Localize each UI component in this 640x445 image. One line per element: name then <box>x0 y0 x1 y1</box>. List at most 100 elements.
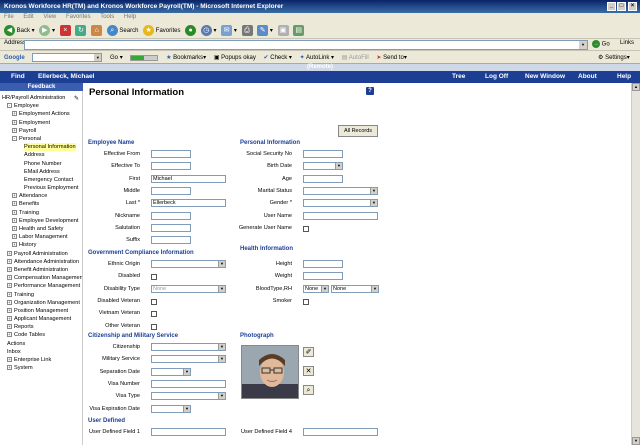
field-checkbox[interactable] <box>151 274 157 281</box>
expand-icon[interactable]: + <box>7 266 12 272</box>
delete-photo-icon[interactable]: ✕ <box>303 366 314 376</box>
menu-file[interactable]: File <box>4 14 14 20</box>
close-icon[interactable]: × <box>628 2 637 11</box>
media-button[interactable]: ● <box>185 25 197 36</box>
address-dropdown-icon[interactable]: ▼ <box>579 41 587 49</box>
help-link[interactable]: Help <box>617 73 631 80</box>
scroll-up-icon[interactable]: ▲ <box>632 83 640 91</box>
autofill-button[interactable]: ▤ AutoFill <box>342 54 369 61</box>
expand-icon[interactable]: + <box>7 365 12 371</box>
popups-button[interactable]: ▣ Popups okay <box>214 54 256 61</box>
expand-icon[interactable]: + <box>12 201 17 207</box>
menu-favorites[interactable]: Favorites <box>66 14 91 20</box>
menu-view[interactable]: View <box>43 14 56 20</box>
maximize-icon[interactable]: □ <box>617 2 626 11</box>
expand-icon[interactable]: + <box>7 307 12 313</box>
menu-tools[interactable]: Tools <box>100 14 114 20</box>
all-records-button[interactable]: All Records <box>338 125 378 137</box>
dropdown-arrow-icon[interactable]: ▼ <box>218 356 225 363</box>
about-link[interactable]: About <box>578 73 597 80</box>
field-input[interactable] <box>151 223 191 232</box>
discuss-button[interactable]: ▣ <box>277 25 289 36</box>
favorites-button[interactable]: ★ Favorites <box>143 25 180 36</box>
expand-icon[interactable]: + <box>7 299 12 305</box>
field-select[interactable]: ▼ <box>151 404 191 413</box>
search-button[interactable]: ⌕ Search <box>106 25 138 36</box>
google-search-dropdown-icon[interactable]: ▼ <box>94 54 102 61</box>
field-input[interactable]: Ellerbeck <box>151 199 226 208</box>
field-checkbox[interactable] <box>151 323 157 330</box>
dropdown-arrow-icon[interactable]: ▼ <box>183 368 190 375</box>
go-button[interactable]: → Go <box>592 40 610 48</box>
field-checkbox[interactable] <box>303 298 309 305</box>
field-input[interactable] <box>303 150 343 158</box>
expand-icon[interactable]: + <box>7 324 12 330</box>
field-select[interactable]: ▼ <box>303 162 343 171</box>
field-input[interactable] <box>151 236 191 245</box>
expand-icon[interactable]: + <box>7 250 12 256</box>
stop-button[interactable]: × <box>59 25 71 36</box>
expand-icon[interactable]: + <box>7 258 12 264</box>
field-select[interactable]: ▼ <box>151 367 191 376</box>
dropdown-arrow-icon[interactable]: ▼ <box>371 285 378 292</box>
expand-icon[interactable]: + <box>7 275 12 281</box>
view-photo-icon[interactable]: ⌕ <box>303 385 314 395</box>
field-input[interactable] <box>151 150 191 158</box>
refresh-button[interactable]: ↻ <box>75 25 87 36</box>
field-input[interactable] <box>151 428 226 436</box>
field-input[interactable] <box>303 428 378 436</box>
field-input[interactable] <box>151 186 191 195</box>
sidebar-item[interactable]: Personal Information <box>24 143 76 152</box>
sidebar-item[interactable]: + Employment <box>0 119 82 127</box>
home-button[interactable]: ⌂ <box>91 25 103 36</box>
tree-link[interactable]: Tree <box>452 73 465 80</box>
sidebar-item[interactable]: + Payroll <box>0 127 82 135</box>
field-input[interactable] <box>303 174 343 183</box>
field-select[interactable]: ▼ <box>151 392 226 401</box>
expand-icon[interactable]: + <box>7 291 12 297</box>
dropdown-arrow-icon[interactable]: ▼ <box>218 393 225 400</box>
field-input[interactable] <box>303 211 378 220</box>
expand-icon[interactable]: + <box>12 217 17 223</box>
logoff-link[interactable]: Log Off <box>485 73 508 80</box>
field-input[interactable] <box>303 260 343 268</box>
autolink-button[interactable]: ✦ AutoLink ▾ <box>300 54 334 61</box>
print-button[interactable]: ⎙ <box>241 25 253 36</box>
browse-photo-icon[interactable]: ✐ <box>303 347 314 357</box>
expand-icon[interactable]: + <box>12 127 17 133</box>
settings-button[interactable]: ⚙ Settings▾ <box>598 54 630 61</box>
field-select[interactable]: None ▼ <box>151 284 226 293</box>
address-input[interactable]: ▼ <box>24 40 588 50</box>
collapse-icon[interactable]: - <box>7 103 12 109</box>
expand-icon[interactable]: + <box>12 193 17 199</box>
expand-icon[interactable]: + <box>12 111 17 117</box>
dropdown-arrow-icon[interactable]: ▼ <box>218 344 225 350</box>
expand-icon[interactable]: + <box>12 234 17 240</box>
research-button[interactable]: ▤ <box>293 25 305 36</box>
field-select[interactable]: ▼ <box>151 343 226 351</box>
field-input[interactable] <box>151 162 191 171</box>
history-button[interactable]: ◷ ▾ <box>200 25 217 36</box>
expand-icon[interactable]: + <box>12 242 17 248</box>
dropdown-arrow-icon[interactable]: ▼ <box>321 285 328 292</box>
edit-button[interactable]: ✎ ▾ <box>257 25 273 36</box>
links-label[interactable]: Links <box>620 40 634 46</box>
field-checkbox[interactable] <box>151 311 157 318</box>
sidebar-item[interactable]: - Personal <box>0 135 82 143</box>
minimize-icon[interactable]: _ <box>607 2 616 11</box>
expand-icon[interactable]: + <box>12 226 17 232</box>
google-search-input[interactable]: ▼ <box>32 53 103 62</box>
field-input[interactable] <box>151 211 191 220</box>
scroll-down-icon[interactable]: ▼ <box>632 437 640 445</box>
menu-help[interactable]: Help <box>124 14 136 20</box>
sidebar-item[interactable]: + Payroll Administration <box>0 250 82 258</box>
dropdown-arrow-icon[interactable]: ▼ <box>370 200 377 207</box>
help-icon[interactable]: ? <box>366 87 374 95</box>
back-button[interactable]: ◀ Back ▾ <box>4 25 35 36</box>
dropdown-arrow-icon[interactable]: ▼ <box>335 163 342 170</box>
collapse-icon[interactable]: - <box>12 135 17 141</box>
field-input[interactable]: Michael <box>151 174 226 183</box>
expand-icon[interactable]: + <box>7 332 12 338</box>
field-select[interactable]: ▼ <box>303 186 378 195</box>
sidebar-item[interactable]: - Employee <box>0 102 82 110</box>
